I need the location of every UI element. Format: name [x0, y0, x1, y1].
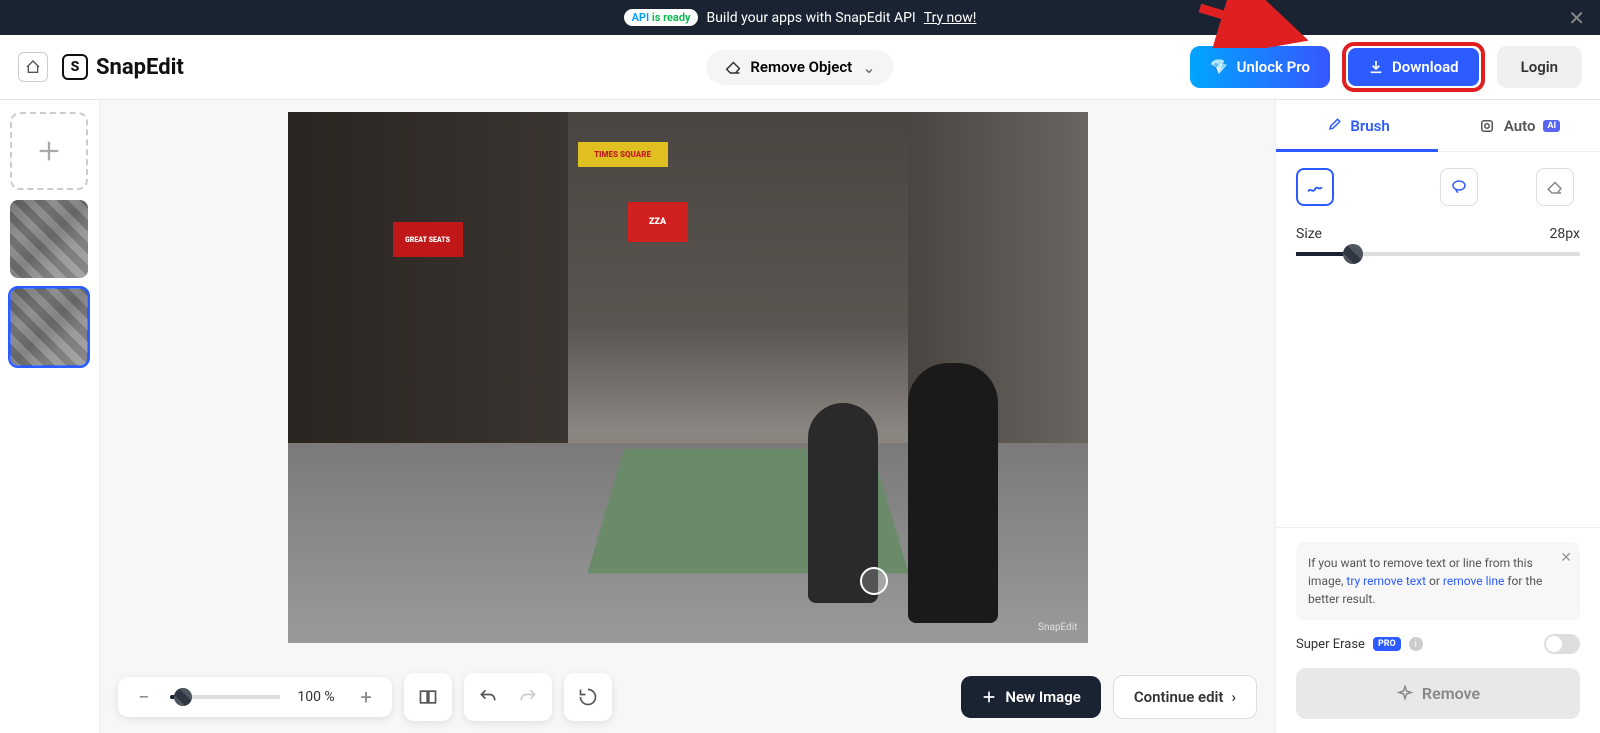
redo-icon — [518, 687, 538, 707]
super-erase-toggle[interactable] — [1544, 634, 1580, 654]
header: S SnapEdit Remove Object ⌄ 💎 Unlock Pro … — [0, 35, 1600, 100]
thumbnail-1[interactable] — [10, 200, 88, 278]
try-now-link[interactable]: Try now! — [924, 10, 977, 26]
remove-line-link[interactable]: remove line — [1443, 574, 1505, 588]
zoom-value: 100 % — [292, 689, 340, 705]
zoom-slider[interactable] — [170, 695, 280, 699]
chevron-down-icon: ⌄ — [862, 58, 875, 77]
download-button[interactable]: Download — [1348, 48, 1479, 86]
remove-text-link[interactable]: try remove text — [1346, 574, 1426, 588]
super-erase-label: Super Erase — [1296, 637, 1365, 652]
thumbnail-sidebar — [0, 100, 100, 733]
login-button[interactable]: Login — [1497, 46, 1582, 88]
redo-button[interactable] — [512, 681, 544, 713]
plus-icon — [981, 689, 997, 705]
scribble-icon — [1306, 178, 1324, 196]
reset-button[interactable] — [572, 681, 604, 713]
logo[interactable]: S SnapEdit — [62, 54, 184, 80]
tip-box: ✕ If you want to remove text or line fro… — [1296, 542, 1580, 620]
download-icon — [1368, 59, 1384, 75]
auto-icon — [1478, 117, 1496, 135]
sign-seats: GREAT SEATS — [393, 222, 463, 257]
canvas-image[interactable]: TIMES SQUARE ZZA GREAT SEATS SnapEdit — [288, 112, 1088, 643]
watermark: SnapEdit — [1038, 622, 1077, 633]
add-image-button[interactable] — [10, 112, 88, 190]
size-label: Size — [1296, 226, 1322, 242]
reset-icon — [578, 687, 598, 707]
banner-text: Build your apps with SnapEdit API — [706, 10, 915, 26]
undo-button[interactable] — [472, 681, 504, 713]
new-image-button[interactable]: New Image — [961, 676, 1101, 718]
logo-icon: S — [62, 54, 88, 80]
size-slider[interactable] — [1296, 252, 1580, 256]
undo-icon — [478, 687, 498, 707]
logo-text: SnapEdit — [96, 55, 184, 80]
close-banner-icon[interactable]: ✕ — [1568, 6, 1585, 30]
sign-pizza: ZZA — [628, 202, 688, 242]
top-banner: API is ready Build your apps with SnapEd… — [0, 0, 1600, 35]
tab-auto[interactable]: Auto AI — [1438, 100, 1600, 151]
chevron-right-icon: › — [1231, 688, 1236, 706]
api-ready-badge: API is ready — [624, 9, 699, 26]
sparkle-icon — [1396, 685, 1414, 703]
bottom-toolbar: − 100 % + — [118, 673, 1257, 721]
ai-badge: AI — [1543, 120, 1560, 132]
zoom-controls: − 100 % + — [118, 677, 392, 717]
diamond-icon: 💎 — [1210, 58, 1229, 76]
brush-icon — [1324, 117, 1342, 135]
eraser-icon — [724, 58, 742, 76]
plus-icon — [35, 137, 63, 165]
right-panel: Brush Auto AI — [1275, 100, 1600, 733]
continue-edit-button[interactable]: Continue edit › — [1113, 675, 1257, 719]
erase-tool[interactable] — [1536, 168, 1574, 206]
compare-icon — [418, 687, 438, 707]
info-icon[interactable]: i — [1409, 637, 1423, 651]
compare-button[interactable] — [412, 681, 444, 713]
remove-button[interactable]: Remove — [1296, 668, 1580, 719]
size-value: 28px — [1550, 226, 1580, 242]
canvas-area: TIMES SQUARE ZZA GREAT SEATS SnapEdit − … — [100, 100, 1275, 733]
tool-label: Remove Object — [750, 58, 852, 76]
thumbnail-2[interactable] — [10, 288, 88, 366]
tool-selector[interactable]: Remove Object ⌄ — [706, 50, 893, 85]
close-tip-icon[interactable]: ✕ — [1560, 548, 1572, 569]
download-highlight: Download — [1342, 42, 1485, 92]
back-button[interactable] — [18, 52, 48, 82]
brush-cursor — [860, 567, 888, 595]
tab-brush[interactable]: Brush — [1276, 100, 1438, 151]
lasso-icon — [1450, 178, 1468, 196]
sign-times: TIMES SQUARE — [578, 142, 668, 167]
eraser-icon — [1546, 178, 1564, 196]
zoom-in-button[interactable]: + — [352, 683, 380, 711]
lasso-tool[interactable] — [1440, 168, 1478, 206]
pro-badge: PRO — [1373, 637, 1401, 651]
zoom-out-button[interactable]: − — [130, 683, 158, 711]
brush-tool[interactable] — [1296, 168, 1334, 206]
unlock-pro-button[interactable]: 💎 Unlock Pro — [1190, 46, 1330, 88]
home-icon — [25, 59, 41, 75]
